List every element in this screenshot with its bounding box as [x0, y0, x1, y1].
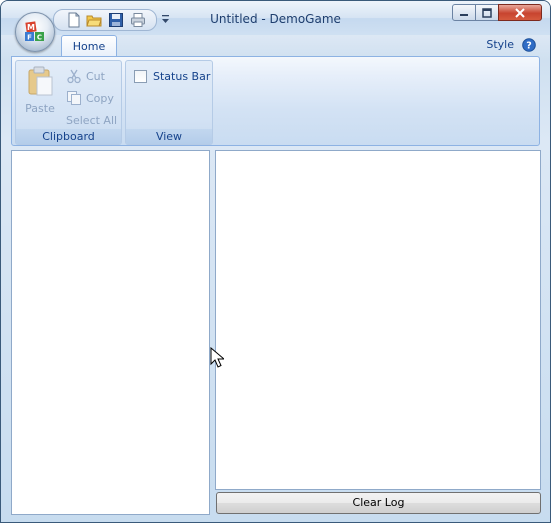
quick-access-toolbar — [53, 9, 157, 31]
copy-icon — [67, 91, 81, 105]
title-bar[interactable]: Untitled - DemoGame — [1, 1, 550, 35]
style-menu[interactable]: Style — [486, 38, 514, 51]
customize-toolbar-dropdown-icon[interactable] — [161, 13, 171, 25]
svg-text:F: F — [27, 34, 32, 42]
ribbon-panel-home: Paste Cut Copy Select All Clipboard Stat… — [11, 56, 540, 146]
status-bar-checkbox[interactable]: Status Bar — [134, 67, 210, 85]
save-icon[interactable] — [108, 12, 124, 28]
cut-button[interactable]: Cut — [66, 67, 105, 85]
scissors-icon — [67, 69, 81, 84]
main-window: Untitled - DemoGame M F C Home Style ? P… — [0, 0, 551, 523]
view-group-label: View — [126, 129, 212, 144]
select-all-button[interactable]: Select All — [66, 111, 117, 129]
left-pane[interactable] — [11, 150, 210, 515]
paste-icon — [28, 66, 53, 96]
copy-button[interactable]: Copy — [66, 89, 114, 107]
maximize-icon — [482, 7, 492, 18]
svg-text:C: C — [37, 34, 42, 42]
new-file-icon[interactable] — [66, 12, 82, 28]
minimize-icon — [460, 13, 468, 16]
mfc-logo-icon: M F C — [25, 21, 44, 42]
paste-button[interactable]: Paste — [22, 65, 58, 117]
status-bar-label: Status Bar — [153, 69, 211, 83]
mouse-pointer-icon — [210, 347, 224, 368]
ribbon-tab-row: Home Style ? — [5, 35, 546, 57]
minimize-button[interactable] — [452, 4, 476, 21]
tab-home[interactable]: Home — [61, 35, 117, 57]
clipboard-group-label: Clipboard — [16, 129, 121, 144]
close-icon — [515, 7, 525, 18]
clear-log-button[interactable]: Clear Log — [216, 492, 541, 514]
maximize-button[interactable] — [475, 4, 499, 21]
select-all-label: Select All — [66, 113, 118, 127]
status-bar-checkbox-box[interactable] — [134, 69, 147, 83]
log-pane[interactable] — [215, 150, 541, 490]
window-controls — [452, 4, 542, 22]
paste-label: Paste — [25, 102, 55, 115]
help-icon[interactable]: ? — [522, 38, 536, 52]
print-icon[interactable] — [130, 12, 146, 28]
close-button[interactable] — [498, 4, 542, 21]
cut-label: Cut — [86, 69, 105, 83]
application-menu-button[interactable]: M F C — [15, 12, 55, 52]
open-folder-icon[interactable] — [86, 12, 102, 28]
copy-label: Copy — [86, 91, 114, 105]
view-group: Status Bar View — [125, 60, 213, 145]
svg-text:M: M — [27, 23, 35, 32]
clipboard-group: Paste Cut Copy Select All Clipboard — [15, 60, 122, 145]
svg-text:?: ? — [526, 41, 532, 52]
